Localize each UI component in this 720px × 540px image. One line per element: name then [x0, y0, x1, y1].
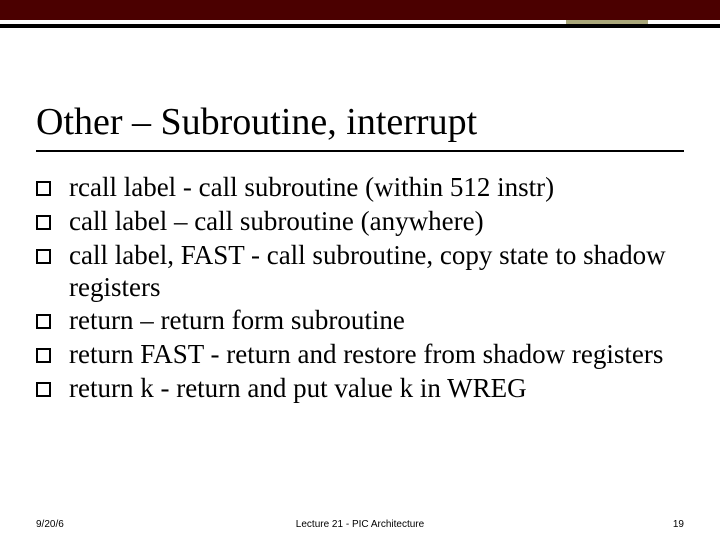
- title-underline: [36, 150, 684, 152]
- list-item-text: return FAST - return and restore from sh…: [69, 339, 663, 371]
- list-item: return – return form subroutine: [36, 305, 684, 337]
- footer-page-number: 19: [673, 519, 684, 530]
- list-item: call label, FAST - call subroutine, copy…: [36, 240, 684, 304]
- square-bullet-icon: [36, 314, 51, 329]
- list-item-text: rcall label - call subroutine (within 51…: [69, 172, 554, 204]
- list-item: return FAST - return and restore from sh…: [36, 339, 684, 371]
- list-item: return k - return and put value k in WRE…: [36, 373, 684, 405]
- square-bullet-icon: [36, 382, 51, 397]
- list-item: call label – call subroutine (anywhere): [36, 206, 684, 238]
- square-bullet-icon: [36, 181, 51, 196]
- slide: Other – Subroutine, interrupt rcall labe…: [0, 0, 720, 540]
- bullet-list: rcall label - call subroutine (within 51…: [36, 172, 684, 407]
- footer-center: Lecture 21 - PIC Architecture: [0, 519, 720, 530]
- list-item-text: call label – call subroutine (anywhere): [69, 206, 484, 238]
- list-item-text: return – return form subroutine: [69, 305, 405, 337]
- square-bullet-icon: [36, 249, 51, 264]
- decor-top-bar: [0, 0, 720, 20]
- slide-title: Other – Subroutine, interrupt: [36, 100, 477, 144]
- list-item-text: call label, FAST - call subroutine, copy…: [69, 240, 684, 304]
- list-item-text: return k - return and put value k in WRE…: [69, 373, 527, 405]
- square-bullet-icon: [36, 215, 51, 230]
- decor-thin-rule: [0, 24, 720, 28]
- list-item: rcall label - call subroutine (within 51…: [36, 172, 684, 204]
- square-bullet-icon: [36, 348, 51, 363]
